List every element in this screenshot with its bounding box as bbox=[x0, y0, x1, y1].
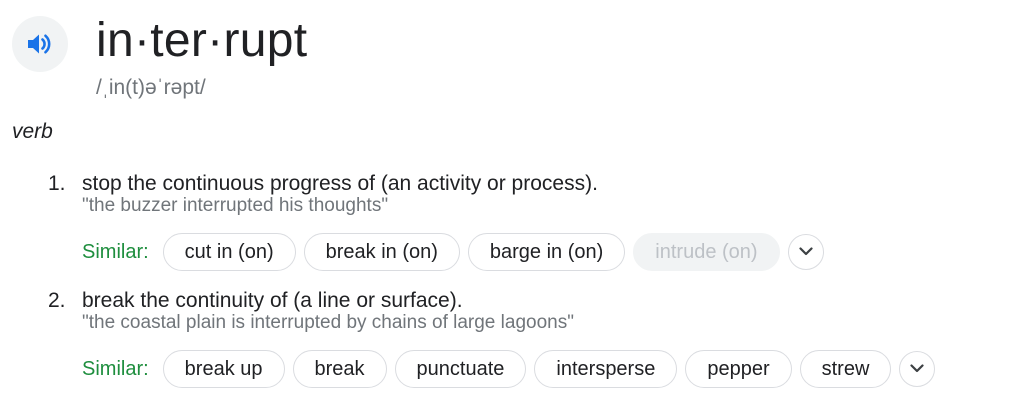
chevron-down-icon bbox=[910, 360, 925, 378]
phonetic-transcription: /ˌin(t)əˈrəpt/ bbox=[96, 76, 206, 99]
similar-chip[interactable]: pepper bbox=[685, 350, 792, 388]
similar-label: Similar: bbox=[82, 240, 149, 263]
part-of-speech: verb bbox=[12, 120, 53, 143]
similar-chip[interactable]: break bbox=[292, 350, 387, 388]
similar-chip-faded[interactable]: intrude (on) bbox=[633, 233, 780, 271]
chevron-down-icon bbox=[798, 243, 813, 261]
sense-number: 2. bbox=[48, 289, 66, 312]
sense-example: "the buzzer interrupted his thoughts" bbox=[82, 195, 389, 216]
headword: in·ter·rupt bbox=[96, 14, 308, 67]
pronunciation-speaker-button[interactable] bbox=[12, 16, 68, 72]
expand-similar-button[interactable] bbox=[899, 351, 936, 387]
sense-number: 1. bbox=[48, 172, 66, 195]
similar-chip[interactable]: barge in (on) bbox=[467, 233, 626, 271]
sense-example: "the coastal plain is interrupted by cha… bbox=[82, 312, 574, 333]
similar-label: Similar: bbox=[82, 357, 149, 380]
similar-words-row: Similar: cut in (on) break in (on) barge… bbox=[82, 232, 824, 272]
similar-chip[interactable]: strew bbox=[799, 350, 892, 388]
similar-chip[interactable]: intersperse bbox=[534, 350, 678, 388]
similar-chip[interactable]: cut in (on) bbox=[162, 233, 296, 271]
expand-similar-button[interactable] bbox=[787, 234, 824, 270]
similar-chip[interactable]: break up bbox=[162, 350, 285, 388]
similar-words-row: Similar: break up break punctuate inters… bbox=[82, 349, 936, 389]
similar-chip[interactable]: break in (on) bbox=[303, 233, 460, 271]
similar-chip[interactable]: punctuate bbox=[394, 350, 527, 388]
volume-icon bbox=[27, 33, 53, 55]
